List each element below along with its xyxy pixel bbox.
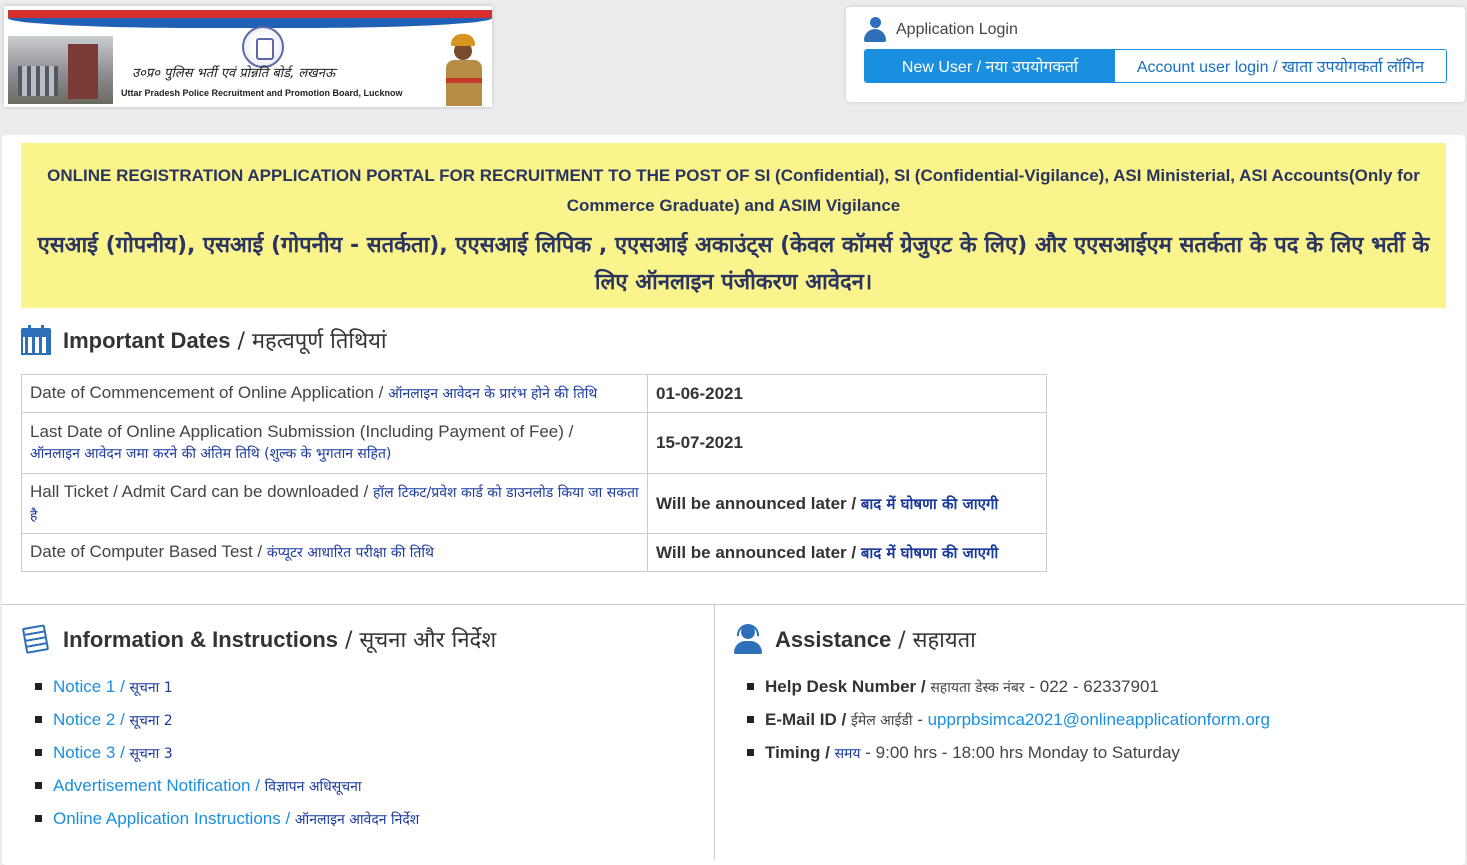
site-logo-banner: उ०प्र० पुलिस भर्ती एवं प्रोन्नति बोर्ड, … xyxy=(4,6,492,107)
information-title: Information & Instructions / सूचना और नि… xyxy=(63,627,497,653)
table-row: Date of Commencement of Online Applicati… xyxy=(21,374,1047,413)
logo-blue-stripe xyxy=(8,18,492,28)
list-item: Notice 2 / सूचना 2 xyxy=(35,703,419,736)
application-login-panel: Application Login New User / नया उपयोगकर… xyxy=(846,7,1465,102)
banner-hindi-text: एसआई (गोपनीय), एसआई (गोपनीय - सतर्कता), … xyxy=(37,233,1430,295)
email-link[interactable]: upprpbsimca2021@onlineapplicationform.or… xyxy=(928,710,1270,729)
calendar-icon xyxy=(21,325,51,355)
policeman-image xyxy=(440,34,490,106)
date-value: 01-06-2021 xyxy=(647,374,1047,413)
important-dates-table: Date of Commencement of Online Applicati… xyxy=(21,374,1047,572)
information-heading: Information & Instructions / सूचना और नि… xyxy=(21,624,496,654)
portal-banner: ONLINE REGISTRATION APPLICATION PORTAL F… xyxy=(21,143,1446,308)
notice-3-link[interactable]: Notice 3 / सूचना 3 xyxy=(53,743,173,762)
banner-english-text: ONLINE REGISTRATION APPLICATION PORTAL F… xyxy=(47,166,1420,215)
login-button-group: New User / नया उपयोगकर्ता Account user l… xyxy=(864,49,1447,83)
list-item: Notice 3 / सूचना 3 xyxy=(35,736,419,769)
date-label: Date of Computer Based Test / कंप्यूटर आ… xyxy=(21,533,648,572)
online-application-instructions-link[interactable]: Online Application Instructions / ऑनलाइन… xyxy=(53,809,419,828)
table-row: Hall Ticket / Admit Card can be download… xyxy=(21,473,1047,534)
information-list: Notice 1 / सूचना 1 Notice 2 / सूचना 2 No… xyxy=(35,670,419,835)
table-row: Date of Computer Based Test / कंप्यूटर आ… xyxy=(21,533,1047,572)
date-label: Date of Commencement of Online Applicati… xyxy=(21,374,648,413)
email-item: E-Mail ID / ईमेल आईडी - upprpbsimca2021@… xyxy=(747,703,1270,736)
login-title: Application Login xyxy=(896,21,1018,38)
assistance-title: Assistance / सहायता xyxy=(775,627,976,653)
new-user-button[interactable]: New User / नया उपयोगकर्ता xyxy=(865,50,1115,82)
section-divider xyxy=(2,604,1465,605)
assistance-list: Help Desk Number / सहायता डेस्क नंबर - 0… xyxy=(747,670,1270,769)
building-image xyxy=(8,36,113,104)
date-value: Will be announced later / बाद में घोषणा … xyxy=(647,473,1047,534)
advertisement-notification-link[interactable]: Advertisement Notification / विज्ञापन अध… xyxy=(53,776,362,795)
list-item: Advertisement Notification / विज्ञापन अध… xyxy=(35,769,419,802)
logo-red-stripe xyxy=(8,10,492,18)
date-label: Hall Ticket / Admit Card can be download… xyxy=(21,473,648,534)
account-login-button[interactable]: Account user login / खाता उपयोगकर्ता लॉग… xyxy=(1115,50,1446,82)
headset-icon xyxy=(733,624,763,654)
date-label: Last Date of Online Application Submissi… xyxy=(21,412,648,474)
important-dates-title: Important Dates / महत्वपूर्ण तिथियां xyxy=(63,328,387,354)
helpdesk-item: Help Desk Number / सहायता डेस्क नंबर - 0… xyxy=(747,670,1270,703)
column-divider xyxy=(714,604,715,859)
logo-hindi-text: उ०प्र० पुलिस भर्ती एवं प्रोन्नति बोर्ड, … xyxy=(132,66,336,81)
main-content-panel: ONLINE REGISTRATION APPLICATION PORTAL F… xyxy=(2,135,1465,865)
timing-item: Timing / समय - 9:00 hrs - 18:00 hrs Mond… xyxy=(747,736,1270,769)
assistance-heading: Assistance / सहायता xyxy=(733,624,976,654)
list-item: Online Application Instructions / ऑनलाइन… xyxy=(35,802,419,835)
date-value: Will be announced later / बाद में घोषणा … xyxy=(647,533,1047,572)
table-row: Last Date of Online Application Submissi… xyxy=(21,412,1047,474)
user-icon xyxy=(864,17,886,43)
notice-2-link[interactable]: Notice 2 / सूचना 2 xyxy=(53,710,173,729)
emblem-icon xyxy=(242,26,284,68)
notice-1-link[interactable]: Notice 1 / सूचना 1 xyxy=(53,677,173,696)
date-value: 15-07-2021 xyxy=(647,412,1047,474)
document-icon xyxy=(19,622,54,657)
important-dates-heading: Important Dates / महत्वपूर्ण तिथियां xyxy=(21,325,387,355)
login-header: Application Login xyxy=(864,16,1018,44)
list-item: Notice 1 / सूचना 1 xyxy=(35,670,419,703)
logo-english-text: Uttar Pradesh Police Recruitment and Pro… xyxy=(121,88,403,98)
